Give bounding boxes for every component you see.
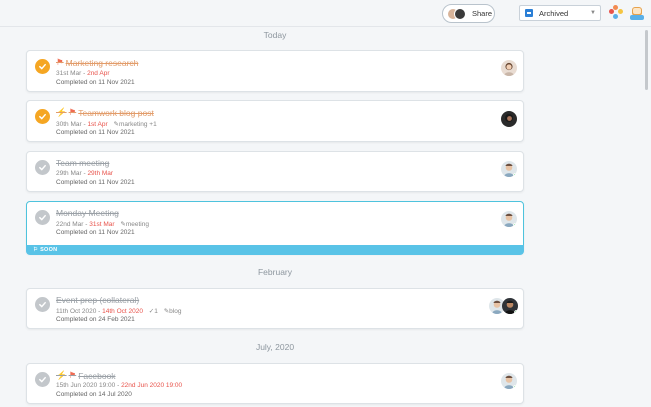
tag[interactable]: ✎blog — [164, 308, 182, 315]
task-title-text: Event prep (collateral) — [56, 295, 140, 305]
completed-text: Completed on 11 Nov 2021 — [56, 79, 135, 86]
check-icon[interactable] — [35, 160, 50, 175]
flag-icon: ⚑ — [56, 57, 64, 67]
task-title[interactable]: Team meeting — [56, 158, 109, 168]
filter-select[interactable]: Archived ▼ — [519, 5, 601, 21]
due-date: 14th Oct 2020 — [102, 308, 143, 315]
subtask-count: ✓1 — [148, 308, 158, 315]
share-label: Share — [472, 9, 493, 18]
archive-icon — [525, 9, 533, 17]
share-button[interactable]: Share — [442, 4, 495, 23]
start-date: 15th Jun 2020 19:00 — [56, 382, 116, 389]
section-header: Today — [263, 30, 287, 40]
due-date: 29th Mar — [87, 170, 114, 177]
task-title-text: Monday Meeting — [56, 208, 119, 218]
tag-more: +1 — [149, 121, 157, 128]
start-date: 29th Mar — [56, 170, 82, 177]
completed-text: Completed on 11 Nov 2021 — [56, 179, 135, 186]
task-card[interactable]: ⚡ ⚑ Teamwork blog post 30th Mar - 1st Ap… — [26, 100, 524, 142]
task-dates: 30th Mar - 1st Apr ✎marketing +1 — [56, 120, 157, 128]
check-icon[interactable] — [35, 372, 50, 387]
avatar[interactable] — [502, 298, 518, 314]
task-title-text: Team meeting — [56, 158, 110, 168]
tag[interactable]: ✎marketing +1 — [113, 121, 156, 128]
flag-icon: ⚑ — [68, 370, 77, 380]
task-title[interactable]: Event prep (collateral) — [56, 295, 139, 305]
check-icon[interactable] — [35, 210, 50, 225]
completed-text: Completed on 24 Feb 2021 — [56, 316, 135, 323]
start-date: 22nd Mar — [56, 221, 84, 228]
task-dates: 22nd Mar - 31st Mar ✎meeting — [56, 220, 149, 228]
avatar[interactable] — [501, 373, 517, 389]
avatar[interactable] — [501, 211, 517, 227]
avatar[interactable] — [501, 161, 517, 177]
task-card[interactable]: ⚑ Marketing research 31st Mar - 2nd Apr … — [26, 50, 524, 92]
flag-icon: ⚐ — [33, 247, 41, 253]
tag-label: meeting — [125, 221, 149, 228]
task-title[interactable]: Monday Meeting — [56, 208, 119, 218]
due-date: 22nd Jun 2020 19:00 — [121, 382, 183, 389]
start-date: 30th Mar — [56, 121, 82, 128]
avatar[interactable] — [501, 111, 517, 127]
task-title-text: Facebook — [78, 370, 116, 381]
tag-label: blog — [169, 308, 182, 315]
completed-text: Completed on 14 Jul 2020 — [56, 391, 132, 398]
chevron-down-icon: ▼ — [590, 10, 596, 16]
task-card[interactable]: Team meeting 29th Mar - 29th Mar Complet… — [26, 151, 524, 192]
bolt-icon: ⚡ — [56, 370, 67, 380]
tag-label: marketing — [118, 121, 148, 128]
due-date: 31st Mar — [89, 221, 115, 228]
task-dates: 31st Mar - 2nd Apr — [56, 70, 110, 77]
filter-label: Archived — [539, 8, 569, 18]
task-dates: 15th Jun 2020 19:00 - 22nd Jun 2020 19:0… — [56, 382, 182, 389]
completed-text: Completed on 11 Nov 2021 — [56, 229, 135, 236]
task-card[interactable]: Event prep (collateral) 11th Oct 2020 - … — [26, 288, 524, 329]
tag[interactable]: ✎meeting — [120, 221, 149, 228]
task-title-text: Teamwork blog post — [78, 107, 154, 118]
task-dates: 29th Mar - 29th Mar — [56, 170, 113, 177]
section-header: February — [257, 267, 292, 277]
avatar — [454, 7, 466, 20]
bolt-icon: ⚡ — [56, 107, 67, 117]
avatar[interactable] — [501, 60, 517, 76]
start-date: 11th Oct 2020 — [56, 308, 97, 315]
check-icon[interactable] — [35, 297, 50, 312]
top-bar: Share Archived ▼ — [0, 0, 651, 27]
task-title-text: Marketing research — [65, 57, 139, 68]
task-title[interactable]: ⚡ ⚑ Facebook — [56, 370, 116, 381]
soon-banner: ⚐ SOON — [26, 245, 524, 255]
completed-text: Completed on 11 Nov 2021 — [56, 129, 135, 136]
section-header: July, 2020 — [255, 342, 295, 352]
flower-icon[interactable] — [609, 5, 623, 19]
subtask-count-value: 1 — [154, 308, 158, 315]
task-title[interactable]: ⚑ Marketing research — [56, 57, 138, 68]
due-date: 1st Apr — [87, 121, 108, 128]
scrollbar-thumb[interactable] — [645, 30, 648, 90]
task-card[interactable]: ⚡ ⚑ Facebook 15th Jun 2020 19:00 - 22nd … — [26, 363, 524, 404]
check-icon[interactable] — [35, 109, 50, 124]
due-date: 2nd Apr — [87, 70, 110, 77]
flag-icon: ⚑ — [68, 107, 77, 117]
check-icon[interactable] — [35, 59, 50, 74]
task-title[interactable]: ⚡ ⚑ Teamwork blog post — [56, 107, 154, 118]
robot-avatar-icon[interactable] — [630, 5, 644, 20]
start-date: 31st Mar — [56, 70, 82, 77]
task-dates: 11th Oct 2020 - 14th Oct 2020 ✓1 ✎blog — [56, 307, 181, 315]
soon-label: SOON — [40, 247, 58, 253]
